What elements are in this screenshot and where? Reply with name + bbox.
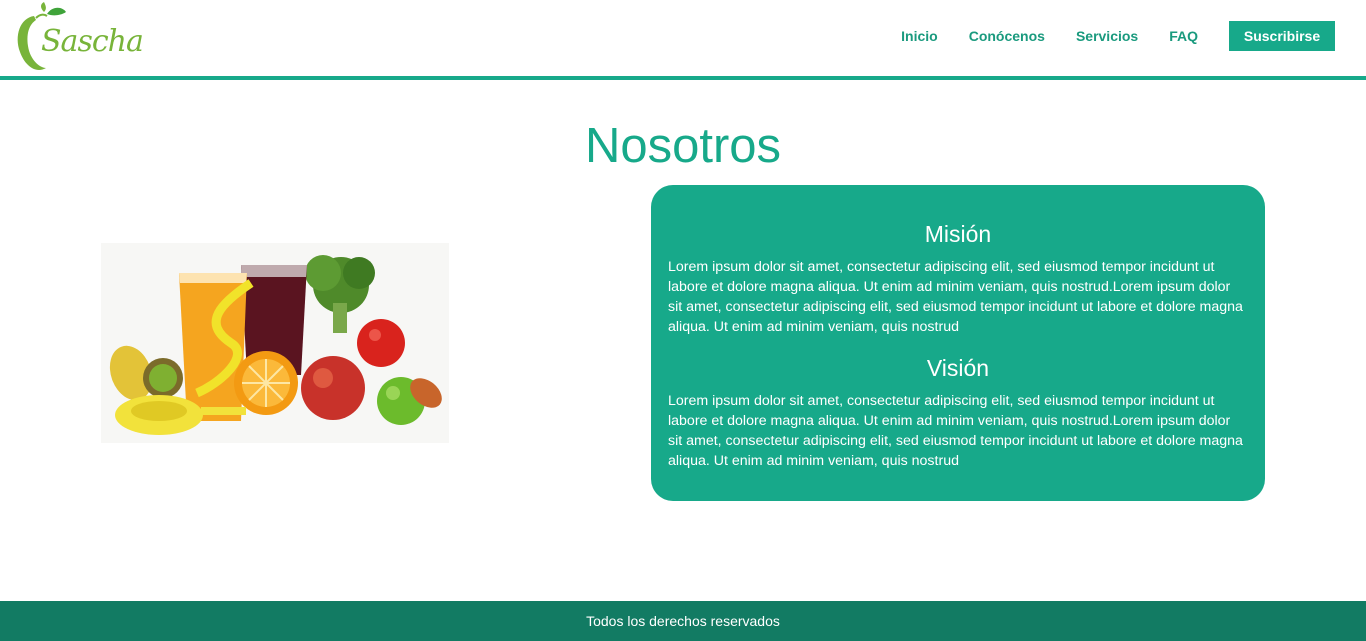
vision-heading: Visión [926,355,990,381]
nav-link-servicios[interactable]: Servicios [1076,28,1138,44]
nav-link-conocenos[interactable]: Conócenos [969,28,1045,44]
mission-heading: Misión [924,221,992,247]
header-divider [0,76,1366,80]
nav-link-faq[interactable]: FAQ [1169,28,1198,44]
subscribe-button[interactable]: Suscribirse [1229,21,1335,51]
mission-vision-card: Misión Lorem ipsum dolor sit amet, conse… [651,185,1265,501]
site-footer: Todos los derechos reservados [0,601,1366,641]
site-logo[interactable]: Sascha [14,2,144,74]
fruit-juice-measuring-tape-image [109,255,442,435]
main-nav: Inicio Conócenos Servicios FAQ Suscribir… [901,21,1335,51]
vision-text: Lorem ipsum dolor sit amet, consectetur … [668,393,1243,469]
page-title: Nosotros [584,119,782,173]
nav-link-inicio[interactable]: Inicio [901,28,938,44]
mission-text: Lorem ipsum dolor sit amet, consectetur … [668,259,1243,335]
logo-wordmark: Sascha [41,24,144,59]
page: Sascha Inicio Conócenos Servicios FAQ Su… [0,0,1366,641]
hero-image [101,243,449,443]
site-header: Sascha Inicio Conócenos Servicios FAQ Su… [0,0,1366,76]
footer-copyright: Todos los derechos reservados [586,613,780,629]
